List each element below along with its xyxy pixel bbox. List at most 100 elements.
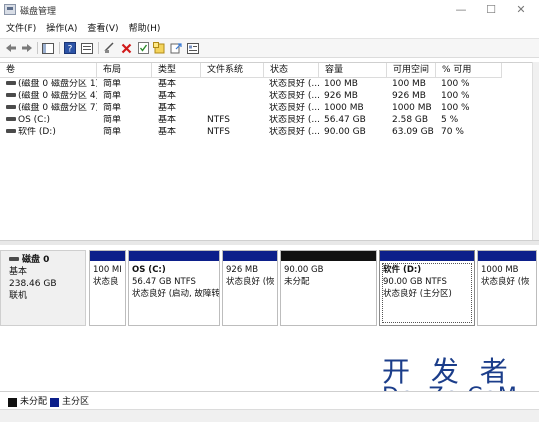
- partition-1[interactable]: 100 MI 状态良: [89, 250, 126, 326]
- volume-list: 卷 布局 类型 文件系统 状态 容量 可用空间 % 可用 (磁盘 0 磁盘分区 …: [0, 62, 532, 241]
- volume-free-space: 100 MB: [392, 79, 426, 89]
- volume-layout: 简单: [103, 103, 122, 113]
- maximize-button[interactable]: ☐: [476, 2, 506, 18]
- partition-type-bar: [90, 251, 125, 261]
- volume-icon: [6, 105, 16, 109]
- check-icon[interactable]: [136, 41, 150, 55]
- help-icon[interactable]: ?: [63, 41, 77, 55]
- column-header-filesystem[interactable]: 文件系统: [201, 63, 264, 78]
- partition-status: 未分配: [284, 277, 310, 287]
- partition-status: 状态良: [93, 277, 119, 287]
- column-header-status[interactable]: 状态: [264, 63, 319, 78]
- volume-row[interactable]: OS (C:) 简单 基本 NTFS 状态良好 (... 56.47 GB 2.…: [0, 115, 532, 126]
- partition-type-bar: [281, 251, 376, 261]
- volume-name: OS (C:): [18, 115, 50, 125]
- delete-icon[interactable]: [119, 41, 133, 55]
- volume-name: (磁盘 0 磁盘分区 1): [18, 79, 97, 89]
- volume-list-scrollbar[interactable]: [532, 62, 539, 240]
- volume-free-space: 1000 MB: [392, 103, 432, 113]
- partition-name: OS (C:): [132, 265, 166, 275]
- volume-free-space: 63.09 GB: [392, 127, 434, 137]
- volume-icon: [6, 81, 16, 85]
- partition-os-c[interactable]: OS (C:) 56.47 GB NTFS 状态良好 (启动, 故障转: [128, 250, 220, 326]
- legend-label-primary: 主分区: [62, 397, 90, 407]
- disk-0-label[interactable]: 磁盘 0 基本 238.46 GB 联机: [0, 250, 86, 326]
- properties-icon[interactable]: [80, 41, 94, 55]
- partition-7[interactable]: 1000 MB 状态良好 (恢: [477, 250, 537, 326]
- column-header-capacity[interactable]: 容量: [319, 63, 387, 78]
- console-tree-icon[interactable]: [41, 41, 55, 55]
- volume-percent-free: 100 %: [441, 103, 470, 113]
- volume-type: 基本: [158, 103, 177, 113]
- partition-4[interactable]: 926 MB 状态良好 (恢: [222, 250, 278, 326]
- volume-filesystem: [207, 103, 264, 114]
- column-header-volume[interactable]: 卷: [0, 63, 97, 78]
- export-icon[interactable]: [169, 41, 183, 55]
- volume-icon: [6, 129, 16, 133]
- volume-type: 基本: [158, 115, 177, 125]
- volume-free-space: 926 MB: [392, 91, 426, 101]
- volume-status: 状态良好 (...: [269, 79, 319, 89]
- column-header-free-space[interactable]: 可用空间: [387, 63, 436, 78]
- partition-size: 926 MB: [226, 265, 259, 275]
- volume-layout: 简单: [103, 79, 122, 89]
- partition-type-bar: [380, 251, 474, 261]
- column-header-percent-free[interactable]: % 可用: [436, 63, 502, 78]
- partition-status: 状态良好 (启动, 故障转: [132, 289, 220, 299]
- volume-percent-free: 100 %: [441, 79, 470, 89]
- volume-icon: [6, 93, 16, 97]
- volume-capacity: 56.47 GB: [324, 115, 366, 125]
- volume-row[interactable]: (磁盘 0 磁盘分区 4) 简单 基本 状态良好 (... 926 MB 926…: [0, 91, 532, 102]
- volume-layout: 简单: [103, 91, 122, 101]
- toolbar-separator: [37, 42, 38, 54]
- volume-layout: 简单: [103, 115, 122, 125]
- volume-filesystem: [207, 79, 264, 90]
- volume-percent-free: 100 %: [441, 91, 470, 101]
- menu-file[interactable]: 文件(F): [0, 20, 41, 38]
- forward-icon[interactable]: [20, 41, 34, 55]
- volume-filesystem: NTFS: [207, 115, 230, 125]
- partition-type-bar: [223, 251, 277, 261]
- volume-capacity: 90.00 GB: [324, 127, 366, 137]
- partition-unallocated[interactable]: 90.00 GB 未分配: [280, 250, 377, 326]
- volume-status: 状态良好 (...: [269, 103, 319, 113]
- partition-status: 状态良好 (恢: [226, 277, 275, 287]
- minimize-button[interactable]: —: [446, 2, 476, 18]
- menu-bar: 文件(F) 操作(A) 查看(V) 帮助(H): [0, 20, 539, 38]
- menu-help[interactable]: 帮助(H): [124, 20, 166, 38]
- column-header-type[interactable]: 类型: [152, 63, 201, 78]
- volume-row[interactable]: 软件 (D:) 简单 基本 NTFS 状态良好 (... 90.00 GB 63…: [0, 127, 532, 138]
- disk-icon: [9, 256, 19, 261]
- status-bar: [0, 409, 539, 422]
- volume-capacity: 926 MB: [324, 91, 358, 101]
- partition-type-bar: [129, 251, 219, 261]
- volume-type: 基本: [158, 127, 177, 137]
- volume-name: (磁盘 0 磁盘分区 4): [18, 91, 97, 101]
- settings-icon[interactable]: [186, 41, 200, 55]
- partition-size: 1000 MB: [481, 265, 519, 275]
- menu-action[interactable]: 操作(A): [41, 20, 82, 38]
- title-bar: 磁盘管理 — ☐ ✕: [0, 0, 539, 21]
- new-folder-icon[interactable]: [152, 41, 166, 55]
- volume-row[interactable]: (磁盘 0 磁盘分区 7) 简单 基本 状态良好 (... 1000 MB 10…: [0, 103, 532, 114]
- disk-size: 238.46 GB: [9, 279, 57, 289]
- volume-percent-free: 70 %: [441, 127, 464, 137]
- close-button[interactable]: ✕: [506, 2, 536, 18]
- back-icon[interactable]: [4, 41, 18, 55]
- legend-swatch-primary: [50, 398, 59, 407]
- menu-view[interactable]: 查看(V): [82, 20, 123, 38]
- partition-software-d[interactable]: 软件 (D:) 90.00 GB NTFS 状态良好 (主分区): [379, 250, 475, 326]
- disk-name: 磁盘 0: [22, 255, 50, 265]
- selection-focus-rect: [382, 263, 472, 323]
- column-header-layout[interactable]: 布局: [97, 63, 152, 78]
- volume-filesystem: [207, 91, 264, 102]
- volume-row[interactable]: (磁盘 0 磁盘分区 1) 简单 基本 状态良好 (... 100 MB 100…: [0, 79, 532, 90]
- disk-management-app-icon: [4, 4, 16, 15]
- legend-label-unallocated: 未分配: [20, 397, 48, 407]
- disk-state: 联机: [9, 291, 28, 301]
- volume-icon: [6, 117, 16, 121]
- volume-capacity: 100 MB: [324, 79, 358, 89]
- partition-status: 状态良好 (恢: [481, 277, 530, 287]
- partition-type-bar: [478, 251, 536, 261]
- connect-icon[interactable]: [103, 41, 117, 55]
